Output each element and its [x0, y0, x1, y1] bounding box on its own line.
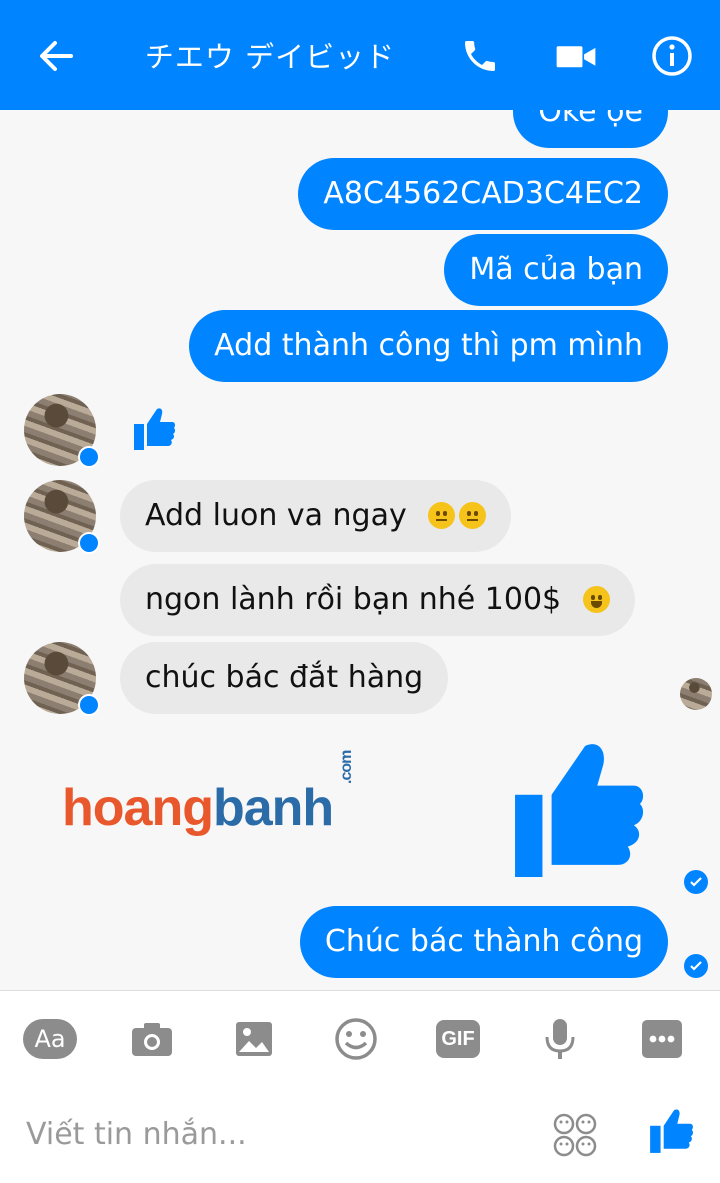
logo-suffix: .com [338, 750, 355, 784]
aa-label: Aa [34, 1025, 66, 1053]
info-button[interactable] [644, 28, 700, 84]
message-text: ngon lành rồi bạn nhé 100$ [145, 582, 562, 617]
more-button[interactable] [634, 1015, 690, 1063]
message-bubble-incoming[interactable]: Add luon va ngay [120, 480, 512, 552]
message-bubble-outgoing[interactable]: A8C4562CAD3C4EC2 [298, 158, 668, 230]
conversation-title[interactable]: チエウ デイビッド [120, 34, 420, 76]
thumbs-up-icon [650, 1109, 694, 1153]
back-button[interactable] [28, 28, 84, 84]
call-button[interactable] [452, 28, 508, 84]
grinning-face-icon [582, 586, 610, 613]
emoji-icon [335, 1018, 377, 1060]
send-like-button[interactable] [648, 1107, 696, 1155]
text-format-icon: Aa [23, 1019, 77, 1059]
gif-icon: GIF [436, 1020, 480, 1058]
arrow-left-icon [40, 41, 73, 71]
message-bubble-outgoing[interactable]: Chúc bác thành công [299, 906, 668, 978]
watermark-logo: hoangbanh .com [62, 751, 355, 838]
messenger-badge-icon [78, 694, 100, 716]
message-input[interactable] [24, 1111, 528, 1157]
thumbs-up-icon[interactable] [132, 406, 176, 452]
logo-part-2: banh [212, 779, 334, 837]
info-icon [652, 36, 692, 76]
gallery-button[interactable] [226, 1015, 282, 1063]
logo-part-1: hoang [62, 779, 214, 837]
message-bubble-outgoing[interactable]: Oke ọe [513, 110, 668, 148]
video-camera-icon [556, 46, 596, 68]
chat-header: チエウ デイビッド [0, 0, 720, 110]
text-format-button[interactable]: Aa [22, 1015, 78, 1063]
voice-button[interactable] [532, 1015, 588, 1063]
message-bubble-incoming[interactable]: ngon lành rồi bạn nhé 100$ [120, 564, 635, 636]
neutral-face-icon [428, 502, 456, 529]
delivered-check-icon [684, 954, 708, 978]
neutral-face-icon [459, 502, 487, 529]
gif-label: GIF [441, 1027, 475, 1050]
message-bubble-outgoing[interactable]: Add thành công thì pm mình [189, 310, 668, 382]
avatar[interactable] [24, 480, 100, 554]
messenger-badge-icon [78, 446, 100, 468]
read-receipt-avatar [680, 678, 712, 710]
avatar[interactable] [24, 642, 100, 716]
microphone-icon [545, 1019, 575, 1059]
stickers-icon [553, 1113, 597, 1157]
emoji-button[interactable] [328, 1015, 384, 1063]
camera-button[interactable] [124, 1015, 180, 1063]
delivered-check-icon [684, 870, 708, 894]
gif-button[interactable]: GIF [430, 1015, 486, 1063]
stickers-button[interactable] [552, 1113, 600, 1157]
camera-icon [132, 1023, 172, 1056]
message-text: Add luon va ngay [145, 498, 407, 533]
messenger-badge-icon [78, 532, 100, 554]
message-bubble-outgoing[interactable]: Mã của bạn [444, 234, 668, 306]
message-list[interactable]: Oke ọe A8C4562CAD3C4EC2 Mã của bạn Add t… [0, 110, 720, 990]
phone-icon [465, 41, 495, 71]
avatar[interactable] [24, 394, 100, 468]
big-thumbs-up-icon[interactable] [512, 738, 646, 882]
more-icon [642, 1020, 682, 1058]
message-bubble-incoming[interactable]: chúc bác đắt hàng [120, 642, 449, 714]
composer: Aa GIF [0, 990, 720, 1183]
image-icon [236, 1022, 272, 1056]
video-call-button[interactable] [548, 28, 604, 84]
